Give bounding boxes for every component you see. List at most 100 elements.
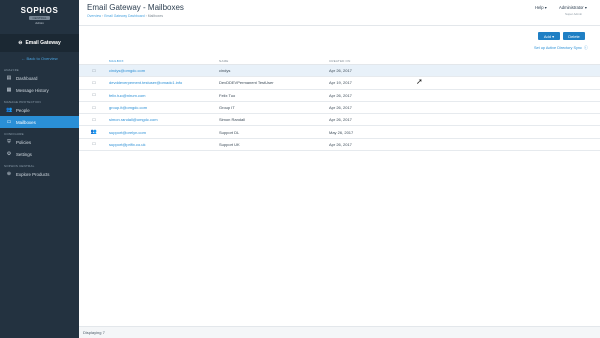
mailbox-created: Apr 26, 2017 <box>329 92 352 98</box>
table-row[interactable]: ▭ group.it@omgdc.com Group IT Apr 26, 20… <box>79 102 600 115</box>
section-analyze: ANALYZE <box>4 68 19 72</box>
table-header: MAILBOX NAME CREATED ON <box>79 58 600 65</box>
mailbox-address-link[interactable]: simon.randall@omgdc.com <box>109 117 219 122</box>
table-row[interactable]: ▭ cindys@omgdc.com cindys Apr 26, 2017 <box>79 65 600 78</box>
mailbox-address-link[interactable]: support@orelyn.com <box>109 130 219 135</box>
app-root: SOPHOS CENTRAL Admin ⊖ Email Gateway ← B… <box>0 0 600 338</box>
sidebar: SOPHOS CENTRAL Admin ⊖ Email Gateway ← B… <box>0 0 79 338</box>
table-row[interactable]: ▭ devddeverpement.testuser@omadc1.info D… <box>79 77 600 90</box>
dashboard-icon: ▤ <box>6 75 12 81</box>
mailbox-icon: ▭ <box>91 104 97 111</box>
mailboxes-table: MAILBOX NAME CREATED ON ▭ cindys@omgdc.c… <box>79 58 600 152</box>
mailbox-name: Simon Randall <box>219 117 246 123</box>
breadcrumb: Overview›Email Gateway Dashboard›Mailbox… <box>87 14 163 18</box>
sidebar-item-label: People <box>16 107 30 113</box>
mailbox-icon: ▭ <box>91 79 97 86</box>
chevron-down-icon: ▾ <box>544 5 547 10</box>
sidebar-item-label: Explore Products <box>16 171 50 177</box>
mailbox-icon: ▭ <box>91 92 97 99</box>
mailbox-created: Apr 26, 2017 <box>329 117 352 123</box>
table-row[interactable]: ▭ simon.randall@omgdc.com Simon Randall … <box>79 114 600 127</box>
mailbox-name: Support UK <box>219 141 240 147</box>
shield-icon: ⛨ <box>7 139 11 145</box>
breadcrumb-current: Mailboxes <box>147 14 164 18</box>
mailbox-created: Apr 26, 2017 <box>329 141 352 147</box>
breadcrumb-dashboard[interactable]: Email Gateway Dashboard <box>104 14 144 18</box>
page-header: Email Gateway - Mailboxes Overview ›Email… <box>79 0 600 26</box>
sidebar-item-explore-products[interactable]: ⊕ Explore Products <box>0 168 79 180</box>
add-label: Add <box>543 33 551 39</box>
user-menu[interactable]: Administrator ▾ <box>559 5 587 10</box>
column-header-mailbox[interactable]: MAILBOX <box>109 59 219 63</box>
sidebar-item-policies[interactable]: ⛨ Policies <box>0 136 79 148</box>
mailbox-icon: ▭ <box>6 119 12 125</box>
sidebar-item-message-history[interactable]: ▦ Message History <box>0 84 79 96</box>
sidebar-item-dashboard[interactable]: ▤ Dashboard <box>0 72 79 84</box>
breadcrumb-separator: › <box>145 14 147 18</box>
help-menu[interactable]: Help ▾ <box>535 5 547 10</box>
table-row[interactable]: ▭ felix.tuo@nirum.com Felix Tuo Apr 26, … <box>79 90 600 102</box>
section-configure: CONFIGURE <box>4 132 24 136</box>
product-label: Email Gateway <box>25 40 61 46</box>
chevron-down-icon: ▾ <box>551 33 555 39</box>
mailbox-name: Felix Tuo <box>219 92 236 98</box>
mailbox-name: DevDDEVPermanent TestUser <box>219 80 274 86</box>
help-label: Help <box>535 5 544 10</box>
table-row[interactable]: ▭ support@prifix.co.uk Support UK Apr 26… <box>79 139 600 152</box>
sidebar-item-people[interactable]: 👥 People <box>0 104 79 116</box>
group-icon: 👥 <box>90 129 98 136</box>
product-icon: ⊖ <box>18 40 23 46</box>
mouse-cursor-icon: ➚ <box>416 77 423 86</box>
sidebar-item-label: Mailboxes <box>16 119 36 125</box>
chevron-down-icon: ▾ <box>584 5 587 10</box>
user-role: Super Admin <box>565 12 583 16</box>
column-header-name[interactable]: NAME <box>219 59 329 63</box>
sidebar-item-label: Message History <box>16 87 49 93</box>
central-badge: CENTRAL <box>29 15 50 20</box>
mailbox-name: Group IT <box>219 105 235 111</box>
sync-label: Set up Active Directory Sync <box>534 46 582 50</box>
mailbox-created: Apr 26, 2017 <box>329 68 352 74</box>
sidebar-item-label: Dashboard <box>16 75 38 81</box>
brand-sub: Admin <box>35 20 44 25</box>
sophos-logo: SOPHOS <box>20 5 59 15</box>
active-directory-sync-link[interactable]: Set up Active Directory Sync ⓘ <box>534 46 588 51</box>
sidebar-item-settings[interactable]: ⚙ Settings <box>0 148 79 160</box>
back-to-overview-link[interactable]: ← Back to Overview <box>0 52 79 64</box>
sidebar-item-label: Policies <box>16 139 32 145</box>
table-footer: Displaying 7 <box>79 326 600 338</box>
mailbox-icon: ▭ <box>91 67 97 74</box>
breadcrumb-overview[interactable]: Overview <box>87 14 101 18</box>
mailbox-address-link[interactable]: support@prifix.co.uk <box>109 142 219 147</box>
brand: SOPHOS CENTRAL Admin <box>0 0 79 30</box>
gear-icon: ⚙ <box>6 151 12 157</box>
mailbox-name: cindys <box>219 68 231 74</box>
mailbox-address-link[interactable]: group.it@omgdc.com <box>109 105 219 110</box>
mailbox-address-link[interactable]: cindys@omgdc.com <box>109 68 219 73</box>
mailbox-name: Support DL <box>219 129 240 135</box>
people-icon: 👥 <box>6 107 13 113</box>
sidebar-item-mailboxes[interactable]: ▭ Mailboxes <box>0 116 79 128</box>
mailbox-created: Apr 19, 2017 <box>329 80 352 86</box>
product-header[interactable]: ⊖ Email Gateway <box>0 34 79 52</box>
section-sophos-central: SOPHOS CENTRAL <box>4 164 35 168</box>
message-history-icon: ▦ <box>6 87 12 93</box>
user-name: Administrator <box>559 5 584 10</box>
main-content: Add ▾ Delete Set up Active Directory Syn… <box>79 26 600 338</box>
mailbox-created: May 26, 2017 <box>329 129 354 135</box>
help-circle-icon: ⓘ <box>582 46 588 50</box>
delete-button[interactable]: Delete <box>563 32 585 40</box>
mailbox-created: Apr 26, 2017 <box>329 105 352 111</box>
column-header-created-on[interactable]: CREATED ON <box>329 59 429 63</box>
mailbox-icon: ▭ <box>91 141 97 148</box>
mailbox-icon: ▭ <box>91 116 97 123</box>
mailbox-address-link[interactable]: felix.tuo@nirum.com <box>109 93 219 98</box>
back-label: Back to Overview <box>26 55 58 61</box>
section-manage-protection: MANAGE PROTECTION <box>4 100 41 104</box>
page-title: Email Gateway - Mailboxes <box>87 3 184 12</box>
mailbox-address-link[interactable]: devddeverpement.testuser@omadc1.info <box>109 80 219 85</box>
sidebar-item-label: Settings <box>16 151 32 157</box>
plus-circle-icon: ⊕ <box>6 171 12 177</box>
add-button[interactable]: Add ▾ <box>538 32 560 40</box>
table-row[interactable]: 👥 support@orelyn.com Support DL May 26, … <box>79 126 600 139</box>
